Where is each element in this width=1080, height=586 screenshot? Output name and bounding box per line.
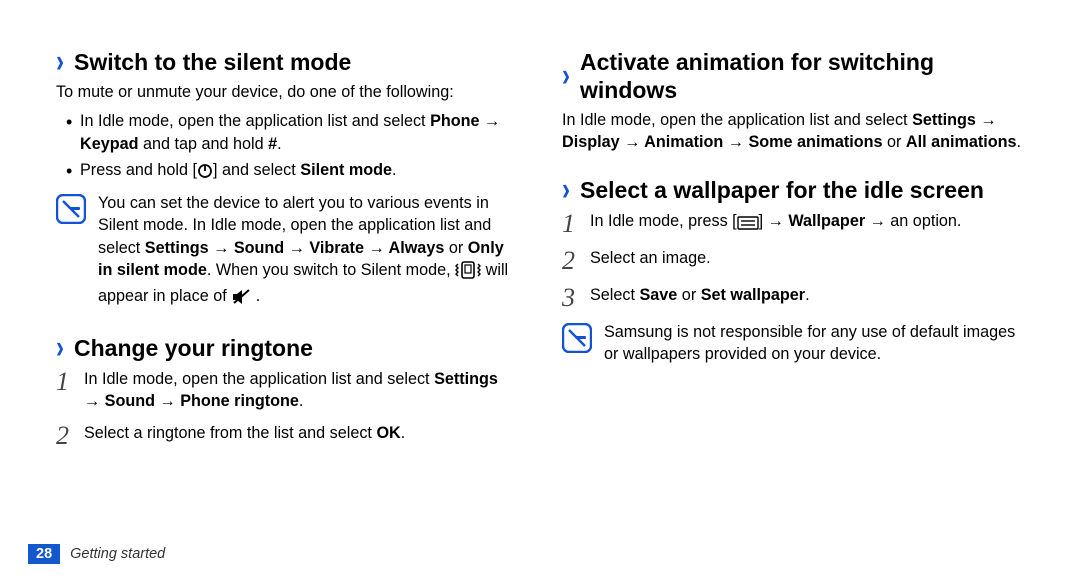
heading-row: › Select a wallpaper for the idle screen <box>562 176 1024 204</box>
step-1: 1 In Idle mode, press [] → Wallpaper → a… <box>562 210 1024 237</box>
heading-row: › Change your ringtone <box>56 334 518 362</box>
note-silent: You can set the device to alert you to v… <box>56 192 518 312</box>
section-silent-mode: › Switch to the silent mode To mute or u… <box>56 48 518 312</box>
chevron-icon: › <box>56 332 64 364</box>
step-number: 1 <box>56 368 84 395</box>
right-column: › Activate animation for switching windo… <box>562 48 1024 471</box>
step-3: 3 Select Save or Set wallpaper. <box>562 284 1024 311</box>
note-wallpaper-text: Samsung is not responsible for any use o… <box>604 321 1024 366</box>
speaker-mute-icon <box>231 289 251 311</box>
step-2: 2 Select a ringtone from the list and se… <box>56 422 518 449</box>
note-silent-text: You can set the device to alert you to v… <box>98 192 518 312</box>
animation-para: In Idle mode, open the application list … <box>562 110 1024 154</box>
heading-animation: Activate animation for switching windows <box>580 48 1024 104</box>
step-number: 2 <box>56 422 84 449</box>
step-1: 1 In Idle mode, open the application lis… <box>56 368 518 413</box>
footer-section-title: Getting started <box>70 546 165 562</box>
step-number: 3 <box>562 284 590 311</box>
note-icon <box>562 323 592 358</box>
step-2: 2 Select an image. <box>562 247 1024 274</box>
menu-icon <box>737 214 759 236</box>
note-wallpaper: Samsung is not responsible for any use o… <box>562 321 1024 366</box>
chevron-icon: › <box>562 174 570 206</box>
step-number: 1 <box>562 210 590 237</box>
heading-ringtone: Change your ringtone <box>74 334 313 362</box>
heading-row: › Activate animation for switching windo… <box>562 48 1024 104</box>
left-column: › Switch to the silent mode To mute or u… <box>56 48 518 471</box>
page-footer: 28 Getting started <box>28 544 165 564</box>
silent-bullets: In Idle mode, open the application list … <box>56 110 518 186</box>
bullet-power-silent: Press and hold [] and select Silent mode… <box>66 159 518 186</box>
heading-wallpaper: Select a wallpaper for the idle screen <box>580 176 984 204</box>
power-icon <box>197 163 213 186</box>
vibrate-phone-icon <box>455 261 481 285</box>
silent-intro: To mute or unmute your device, do one of… <box>56 82 518 104</box>
chevron-icon: › <box>562 60 570 92</box>
section-wallpaper: › Select a wallpaper for the idle screen… <box>562 176 1024 366</box>
bullet-phone-keypad: In Idle mode, open the application list … <box>66 110 518 155</box>
section-ringtone: › Change your ringtone 1 In Idle mode, o… <box>56 334 518 450</box>
note-icon <box>56 194 86 229</box>
section-animation: › Activate animation for switching windo… <box>562 48 1024 154</box>
page-number-badge: 28 <box>28 544 60 564</box>
page-spread: › Switch to the silent mode To mute or u… <box>0 0 1080 471</box>
chevron-icon: › <box>56 46 64 78</box>
step-number: 2 <box>562 247 590 274</box>
heading-row: › Switch to the silent mode <box>56 48 518 76</box>
heading-silent: Switch to the silent mode <box>74 48 351 76</box>
